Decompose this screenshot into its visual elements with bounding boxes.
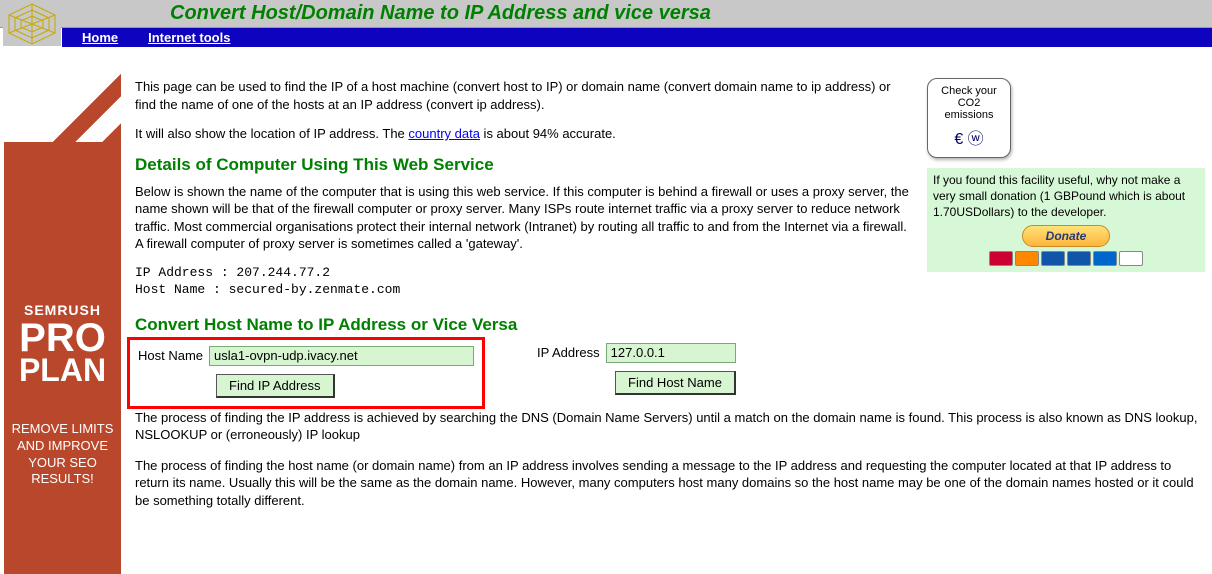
ad-text-plan: PLAN [4,356,121,385]
title-bar: Convert Host/Domain Name to IP Address a… [0,0,1212,28]
host-name-input[interactable] [209,346,474,366]
process-para-1: The process of finding the IP address is… [135,409,1203,444]
nav-home[interactable]: Home [82,30,118,45]
nav-internet-tools[interactable]: Internet tools [148,30,230,45]
country-data-link[interactable]: country data [408,126,480,141]
card-mastercard-icon [989,251,1013,266]
details-para: Below is shown the name of the computer … [135,183,910,253]
co2-line3: emissions [928,109,1010,121]
find-ip-button[interactable]: Find IP Address [216,374,335,398]
client-host-line: Host Name : secured-by.zenmate.com [135,282,910,297]
sidebar-ad-semrush[interactable]: SEMRUSH PRO PLAN REMOVE LIMITS AND IMPRO… [4,62,121,574]
card-maestro-icon [1015,251,1039,266]
co2-line2: CO2 [928,97,1010,109]
card-directdebit-icon [1119,251,1143,266]
intro-2-a: It will also show the location of IP add… [135,126,408,141]
ad-text-pro: PRO [4,320,121,356]
convert-form: Host Name Find IP Address IP Address Fin… [135,343,910,409]
host-name-label: Host Name [138,348,203,363]
right-column: Check your CO2 emissions € ⓦ If you foun… [927,78,1205,272]
donate-box: If you found this facility useful, why n… [927,168,1205,272]
ad-text-desc: REMOVE LIMITS AND IMPROVE YOUR SEO RESUL… [4,421,121,489]
ip-address-input[interactable] [606,343,736,363]
nav-bar: Home Internet tools [62,28,1212,47]
co2-widget[interactable]: Check your CO2 emissions € ⓦ [927,78,1011,158]
site-logo[interactable] [3,0,61,46]
donate-text: If you found this facility useful, why n… [933,173,1185,219]
ip-to-host-block: IP Address Find Host Name [537,343,736,401]
find-host-button[interactable]: Find Host Name [615,371,736,395]
client-ip-line: IP Address : 207.244.77.2 [135,265,910,280]
card-visa2-icon [1067,251,1091,266]
ip-address-label: IP Address [537,345,600,360]
page-title: Convert Host/Domain Name to IP Address a… [170,2,711,25]
convert-heading: Convert Host Name to IP Address or Vice … [135,315,910,335]
process-para-2: The process of finding the host name (or… [135,457,1203,510]
details-heading: Details of Computer Using This Web Servi… [135,155,910,175]
main-column: This page can be used to find the IP of … [135,78,910,409]
intro-para-2: It will also show the location of IP add… [135,125,910,143]
card-amex-icon [1093,251,1117,266]
co2-line1: Check your [928,85,1010,97]
intro-para-1: This page can be used to find the IP of … [135,78,910,113]
donate-button[interactable]: Donate [1022,225,1110,247]
card-visa-icon [1041,251,1065,266]
co2-icon: € ⓦ [928,125,1010,149]
host-to-ip-block: Host Name Find IP Address [127,337,485,409]
ad-hero-image [4,62,121,172]
intro-2-b: is about 94% accurate. [480,126,616,141]
payment-cards [933,251,1199,266]
